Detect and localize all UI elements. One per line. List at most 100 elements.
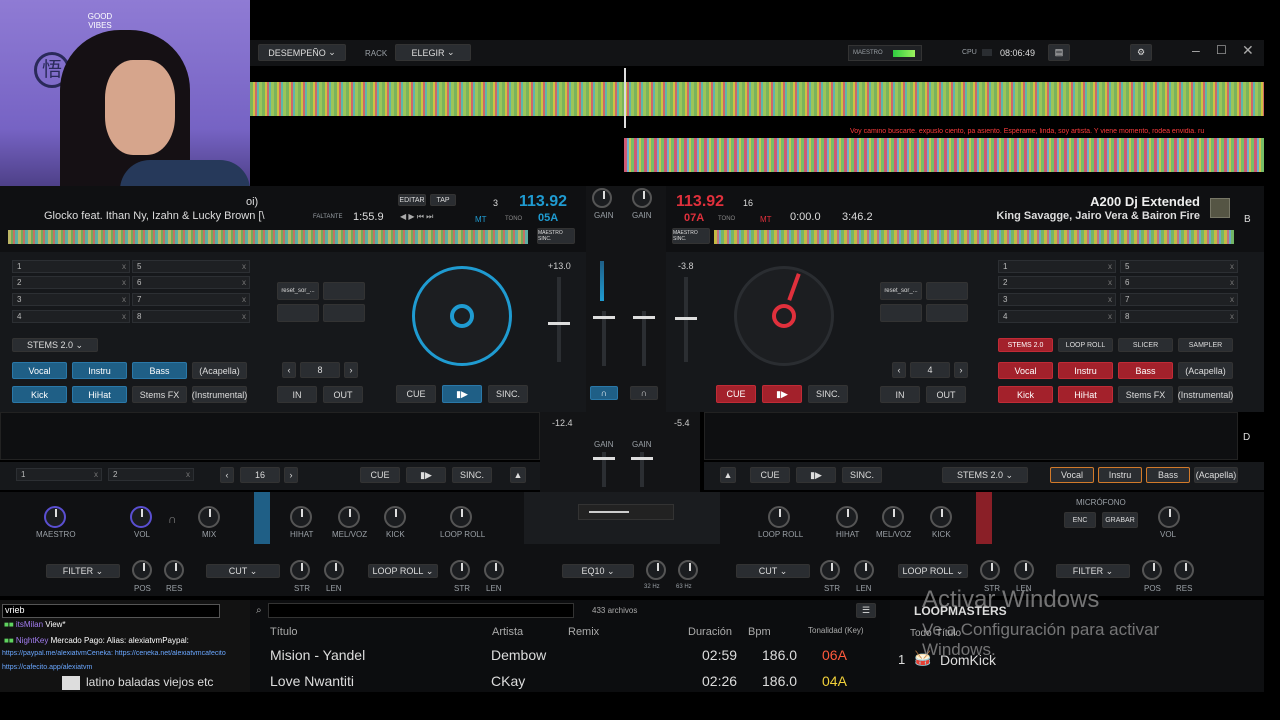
filter-pos-b[interactable] xyxy=(1142,560,1162,580)
stem-fx-a[interactable]: Stems FX xyxy=(132,386,187,403)
list-view-button[interactable]: ☰ xyxy=(856,603,876,618)
cue-button-c[interactable]: CUE xyxy=(360,467,400,483)
stem-bass-d[interactable]: Bass xyxy=(1146,467,1190,483)
loop-roll-str-b[interactable] xyxy=(980,560,1000,580)
fx-b-melvoz[interactable] xyxy=(882,506,904,528)
loop-next-a[interactable]: › xyxy=(344,362,358,378)
filter-res-a[interactable] xyxy=(164,560,184,580)
stem-kick-b[interactable]: Kick xyxy=(998,386,1053,403)
close-icon[interactable]: x xyxy=(242,261,246,272)
playlist-item[interactable]: latino baladas viejos etc xyxy=(86,675,213,689)
stem-bass-b[interactable]: Bass xyxy=(1118,362,1173,379)
hotcue-b-5[interactable]: 5x xyxy=(1120,260,1238,273)
close-icon[interactable]: x xyxy=(186,469,190,480)
headphone-volume-knob[interactable] xyxy=(130,506,152,528)
close-icon[interactable]: x xyxy=(1230,311,1234,322)
col-title[interactable]: Título xyxy=(270,626,298,638)
fx-b-hihat[interactable] xyxy=(836,506,858,528)
loop-in-a[interactable]: IN xyxy=(277,386,317,403)
edit-button[interactable]: EDITAR xyxy=(398,194,426,206)
gain-knob-b[interactable] xyxy=(632,188,652,208)
close-icon[interactable]: x xyxy=(1108,261,1112,272)
loop-out-a[interactable]: OUT xyxy=(323,386,363,403)
deck-b-overview[interactable] xyxy=(714,230,1234,244)
fx-b-enable[interactable] xyxy=(976,492,992,544)
hotcue-b-3[interactable]: 3x xyxy=(998,293,1116,306)
pitch-slider-b-thumb[interactable] xyxy=(675,317,697,320)
hotcue-c-1[interactable]: 1x xyxy=(16,468,102,481)
stem-instrumental-b[interactable]: (Instrumental) xyxy=(1178,386,1233,403)
hotcue-b-8[interactable]: 8x xyxy=(1120,310,1238,323)
mic-enc-button[interactable]: ENC xyxy=(1064,512,1096,528)
crossfader[interactable] xyxy=(578,504,674,520)
cut-str-b[interactable] xyxy=(820,560,840,580)
stem-instrumental-a[interactable]: (Instrumental) xyxy=(192,386,247,403)
cut-select-a[interactable]: CUT ⌄ xyxy=(206,564,280,578)
col-key[interactable]: Tonalidad (Key) xyxy=(808,626,864,635)
table-row[interactable]: Love Nwantiti CKay 02:26 186.0 04A xyxy=(250,670,876,692)
deck-c-waveform[interactable] xyxy=(0,412,540,460)
cut-str-a[interactable] xyxy=(290,560,310,580)
fader-c-thumb[interactable] xyxy=(593,457,615,460)
headphone-b-button[interactable]: ∩ xyxy=(630,386,658,400)
cue-button-a[interactable]: CUE xyxy=(396,385,436,403)
stems-select-d[interactable]: STEMS 2.0 ⌄ xyxy=(942,467,1028,483)
close-icon[interactable]: x xyxy=(122,261,126,272)
waveform-deck-b[interactable]: Voy camino buscarte. expuslo ciento, pa … xyxy=(250,128,1264,182)
play-button-c[interactable]: ▮▶ xyxy=(406,467,446,483)
pad-mode-stems[interactable]: STEMS 2.0 xyxy=(998,338,1053,352)
fx-b-loop-roll[interactable] xyxy=(768,506,790,528)
loop-roll-select-a[interactable]: LOOP ROLL ⌄ xyxy=(368,564,438,578)
transport-icons[interactable]: ◀ ▶ ⏮ ⏭ xyxy=(400,212,433,222)
gain-knob-a[interactable] xyxy=(592,188,612,208)
channel-fader-b[interactable] xyxy=(633,311,655,366)
stem-kick-a[interactable]: Kick xyxy=(12,386,67,403)
stem-instru-b[interactable]: Instru xyxy=(1058,362,1113,379)
headphone-mix-knob[interactable] xyxy=(198,506,220,528)
fx-a-hihat[interactable] xyxy=(290,506,312,528)
stem-fx-b[interactable]: Stems FX xyxy=(1118,386,1173,403)
col-remix[interactable]: Remix xyxy=(568,626,599,638)
chat-line-3[interactable]: https://paypal.me/alexiatvmCeneka: https… xyxy=(2,650,248,657)
mic-record-button[interactable]: GRABAR xyxy=(1102,512,1138,528)
pad-empty-b2[interactable] xyxy=(880,304,922,322)
search-input[interactable] xyxy=(268,603,574,618)
hotcue-5[interactable]: 5x xyxy=(132,260,250,273)
pad-sampler-a[interactable]: reset_sor_... xyxy=(277,282,319,300)
master-volume-knob[interactable] xyxy=(44,506,66,528)
headphone-a-button[interactable]: ∩ xyxy=(590,386,618,400)
filter-res-b[interactable] xyxy=(1174,560,1194,580)
close-icon[interactable]: x xyxy=(1108,311,1112,322)
loop-roll-len-a[interactable] xyxy=(484,560,504,580)
pad-empty-b3[interactable] xyxy=(926,304,968,322)
stems-select-a[interactable]: STEMS 2.0 ⌄ xyxy=(12,338,98,352)
sync-button-c[interactable]: SINC. xyxy=(452,467,492,483)
stem-vocal-d[interactable]: Vocal xyxy=(1050,467,1094,483)
stem-hihat-a[interactable]: HiHat xyxy=(72,386,127,403)
pad-sampler-b[interactable]: reset_sor_... xyxy=(880,282,922,300)
close-icon[interactable]: x xyxy=(94,469,98,480)
jogwheel-a[interactable] xyxy=(412,266,512,366)
eq-select[interactable]: EQ10 ⌄ xyxy=(562,564,634,578)
hotcue-6[interactable]: 6x xyxy=(132,276,250,289)
play-button-b[interactable]: ▮▶ xyxy=(762,385,802,403)
loop-roll-str-a[interactable] xyxy=(450,560,470,580)
cut-len-a[interactable] xyxy=(324,560,344,580)
eject-c[interactable]: ▲ xyxy=(510,467,526,483)
filter-pos-a[interactable] xyxy=(132,560,152,580)
fader-b-thumb[interactable] xyxy=(633,316,655,319)
fx-b-kick[interactable] xyxy=(930,506,952,528)
deck-a-master-sync[interactable]: MAESTRO SINC. xyxy=(537,228,575,244)
channel-fader-c[interactable] xyxy=(593,452,615,487)
hotcue-b-2[interactable]: 2x xyxy=(998,276,1116,289)
stem-acapella-d[interactable]: (Acapella) xyxy=(1194,467,1238,483)
fx-a-melvoz[interactable] xyxy=(338,506,360,528)
hotcue-b-1[interactable]: 1x xyxy=(998,260,1116,273)
close-icon[interactable]: x xyxy=(1230,277,1234,288)
stem-acapella-b[interactable]: (Acapella) xyxy=(1178,362,1233,379)
eq-32hz[interactable] xyxy=(646,560,666,580)
tap-button[interactable]: TAP xyxy=(430,194,456,206)
pad-mode-slicer[interactable]: SLICER xyxy=(1118,338,1173,352)
loop-out-b[interactable]: OUT xyxy=(926,386,966,403)
pitch-slider-a[interactable] xyxy=(548,277,570,362)
